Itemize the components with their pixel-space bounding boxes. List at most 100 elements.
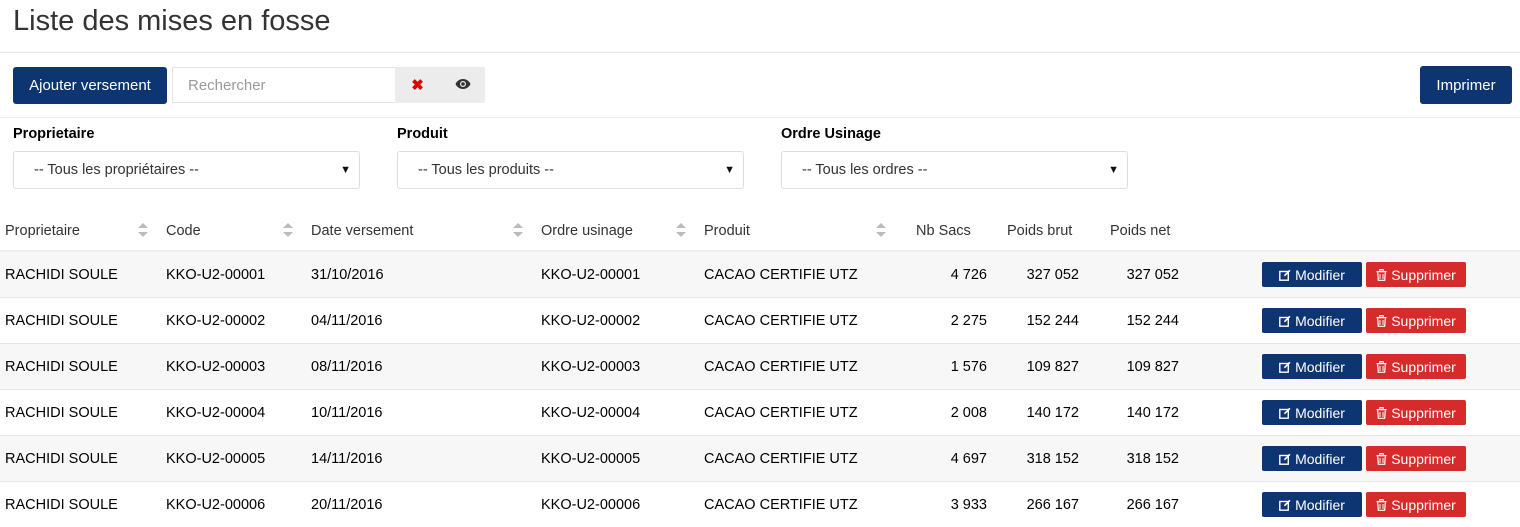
sort-icon	[138, 223, 148, 237]
product-select[interactable]: -- Tous les produits -- ▼	[397, 151, 744, 189]
cell-actions: ModifierSupprimer	[1189, 436, 1520, 482]
edit-icon	[1279, 269, 1291, 281]
cell-order: KKO-U2-00006	[537, 482, 700, 527]
eye-icon	[455, 78, 471, 93]
cell-order: KKO-U2-00004	[537, 390, 700, 436]
clear-search-button[interactable]: ✖	[395, 67, 440, 103]
view-button[interactable]	[440, 67, 485, 103]
cell-code: KKO-U2-00001	[162, 251, 307, 298]
cell-gross: 327 052	[987, 251, 1091, 298]
search-group: ✖	[172, 67, 486, 103]
cell-date: 10/11/2016	[307, 390, 537, 436]
column-header-net: Poids net	[1091, 211, 1189, 251]
edit-button[interactable]: Modifier	[1262, 400, 1362, 425]
trash-icon	[1376, 315, 1387, 327]
order-filter-label: Ordre Usinage	[781, 126, 1128, 151]
owner-filter: Proprietaire -- Tous les propriétaires -…	[13, 126, 360, 189]
print-button[interactable]: Imprimer	[1420, 66, 1512, 104]
cell-actions: Modifier Supprimer	[1189, 344, 1520, 390]
cell-product: CACAO CERTIFIE UTZ	[700, 251, 900, 298]
edit-icon	[1279, 407, 1291, 419]
x-icon: ✖	[411, 76, 424, 94]
edit-button[interactable]: Modifier	[1262, 308, 1362, 333]
delete-button[interactable]: Supprimer	[1366, 262, 1466, 287]
sort-icon	[283, 223, 293, 237]
cell-order: KKO-U2-00005	[537, 436, 700, 482]
column-header-date[interactable]: Date versement	[307, 211, 537, 251]
table-row: RACHIDI SOULEKKO-U2-0000620/11/2016KKO-U…	[0, 482, 1520, 527]
cell-net: 266 167	[1091, 482, 1189, 527]
cell-order: KKO-U2-00001	[537, 251, 700, 298]
cell-net: 152 244	[1091, 298, 1189, 344]
cell-actions: Modifier Supprimer	[1189, 251, 1520, 298]
cell-date: 14/11/2016	[307, 436, 537, 482]
trash-icon	[1376, 499, 1387, 511]
cell-product: CACAO CERTIFIE UTZ	[700, 390, 900, 436]
cell-owner: RACHIDI SOULE	[0, 482, 162, 527]
cell-product: CACAO CERTIFIE UTZ	[700, 482, 900, 527]
caret-down-icon: ▼	[1108, 164, 1119, 176]
delete-button[interactable]: Supprimer	[1366, 492, 1466, 517]
table-row: RACHIDI SOULEKKO-U2-0000204/11/2016KKO-U…	[0, 298, 1520, 344]
order-select-value: -- Tous les ordres --	[802, 162, 927, 178]
edit-button[interactable]: Modifier	[1262, 446, 1362, 471]
table-row: RACHIDI SOULEKKO-U2-0000514/11/2016KKO-U…	[0, 436, 1520, 482]
trash-icon	[1376, 407, 1387, 419]
delete-button[interactable]: Supprimer	[1366, 354, 1466, 379]
row-actions: ModifierSupprimer	[1189, 446, 1520, 471]
sort-icon	[513, 223, 523, 237]
owner-select[interactable]: -- Tous les propriétaires -- ▼	[13, 151, 360, 189]
divider	[0, 117, 1520, 118]
column-header-product[interactable]: Produit	[700, 211, 900, 251]
product-select-value: -- Tous les produits --	[418, 162, 554, 178]
edit-label: Modifier	[1295, 405, 1345, 421]
cell-bags: 2 008	[900, 390, 987, 436]
cell-product: CACAO CERTIFIE UTZ	[700, 298, 900, 344]
delete-button[interactable]: Supprimer	[1366, 308, 1466, 333]
cell-gross: 318 152	[987, 436, 1091, 482]
edit-icon	[1279, 499, 1291, 511]
page-title: Liste des mises en fosse	[13, 5, 331, 38]
cell-order: KKO-U2-00002	[537, 298, 700, 344]
delete-button[interactable]: Supprimer	[1366, 400, 1466, 425]
column-header-order[interactable]: Ordre usinage	[537, 211, 700, 251]
row-actions: ModifierSupprimer	[1189, 492, 1520, 517]
cell-product: CACAO CERTIFIE UTZ	[700, 344, 900, 390]
owner-filter-label: Proprietaire	[13, 126, 360, 151]
cell-net: 318 152	[1091, 436, 1189, 482]
edit-label: Modifier	[1295, 313, 1345, 329]
cell-date: 08/11/2016	[307, 344, 537, 390]
delete-button[interactable]: Supprimer	[1366, 446, 1466, 471]
order-select[interactable]: -- Tous les ordres -- ▼	[781, 151, 1128, 189]
column-header-owner[interactable]: Proprietaire	[0, 211, 162, 251]
cell-actions: Modifier Supprimer	[1189, 390, 1520, 436]
edit-icon	[1279, 315, 1291, 327]
row-actions: Modifier Supprimer	[1189, 354, 1520, 379]
edit-label: Modifier	[1295, 267, 1345, 283]
edit-button[interactable]: Modifier	[1262, 262, 1362, 287]
delete-label: Supprimer	[1391, 405, 1456, 421]
cell-gross: 266 167	[987, 482, 1091, 527]
cell-bags: 1 576	[900, 344, 987, 390]
edit-icon	[1279, 361, 1291, 373]
edit-button[interactable]: Modifier	[1262, 354, 1362, 379]
edit-icon	[1279, 453, 1291, 465]
add-payment-button[interactable]: Ajouter versement	[13, 67, 167, 104]
caret-down-icon: ▼	[340, 164, 351, 176]
cell-gross: 140 172	[987, 390, 1091, 436]
column-header-gross: Poids brut	[987, 211, 1091, 251]
cell-owner: RACHIDI SOULE	[0, 344, 162, 390]
cell-code: KKO-U2-00003	[162, 344, 307, 390]
trash-icon	[1376, 453, 1387, 465]
cell-net: 327 052	[1091, 251, 1189, 298]
delete-label: Supprimer	[1391, 359, 1456, 375]
edit-button[interactable]: Modifier	[1262, 492, 1362, 517]
cell-date: 20/11/2016	[307, 482, 537, 527]
row-actions: Modifier Supprimer	[1189, 262, 1520, 287]
search-input[interactable]	[172, 67, 395, 103]
cell-net: 109 827	[1091, 344, 1189, 390]
table-row: RACHIDI SOULEKKO-U2-0000131/10/2016KKO-U…	[0, 251, 1520, 298]
cell-owner: RACHIDI SOULE	[0, 251, 162, 298]
cell-code: KKO-U2-00002	[162, 298, 307, 344]
column-header-code[interactable]: Code	[162, 211, 307, 251]
